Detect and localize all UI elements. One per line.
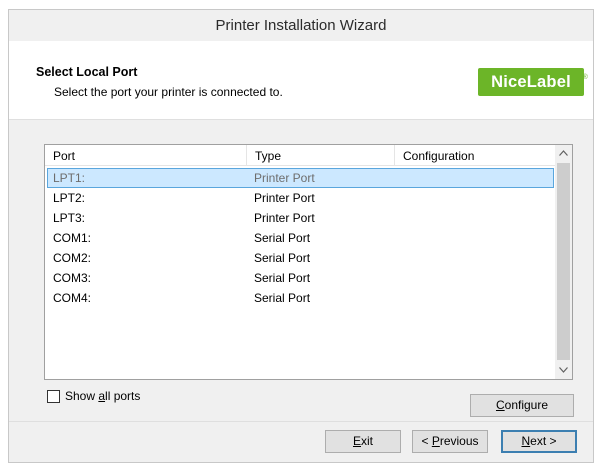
show-all-ports-option[interactable]: Show all ports <box>47 388 140 404</box>
button-label: xit <box>361 434 373 448</box>
table-row[interactable]: COM1: Serial Port <box>45 228 556 248</box>
button-accel: C <box>495 398 505 412</box>
button-label: revious <box>439 434 479 448</box>
button-accel: P <box>431 434 440 448</box>
next-button[interactable]: Next > <box>501 430 577 453</box>
table-row[interactable]: LPT2: Printer Port <box>45 188 556 208</box>
button-label: < <box>421 434 432 448</box>
chevron-up-icon[interactable] <box>555 145 572 162</box>
label-part: Show <box>65 389 99 403</box>
cell-type: Serial Port <box>254 291 311 305</box>
wizard-header: Select Local Port Select the port your p… <box>9 41 593 120</box>
button-accel: N <box>521 434 531 448</box>
button-label: onfigure <box>504 398 549 412</box>
cell-port: LPT2: <box>53 191 86 205</box>
nicelabel-logo: NiceLabel ® <box>478 68 588 96</box>
logo-nice: Nice <box>491 73 527 91</box>
table-row[interactable]: COM2: Serial Port <box>45 248 556 268</box>
column-header-type[interactable]: Type <box>247 145 395 166</box>
cell-type: Printer Port <box>254 171 315 185</box>
button-label: ext > <box>530 434 557 448</box>
cell-type: Serial Port <box>254 251 311 265</box>
table-row[interactable]: LPT3: Printer Port <box>45 208 556 228</box>
cell-port: COM1: <box>53 231 92 245</box>
cell-port: COM2: <box>53 251 92 265</box>
column-header-port[interactable]: Port <box>45 145 247 166</box>
chevron-down-icon[interactable] <box>555 362 572 379</box>
cell-type: Printer Port <box>254 211 315 225</box>
exit-button[interactable]: Exit <box>325 430 401 453</box>
window-title: Printer Installation Wizard <box>9 10 593 41</box>
wizard-window: Printer Installation Wizard Select Local… <box>8 9 594 463</box>
cell-port: LPT3: <box>53 211 86 225</box>
cell-type: Serial Port <box>254 271 311 285</box>
vertical-scrollbar[interactable] <box>555 145 572 379</box>
table-row[interactable]: COM4: Serial Port <box>45 288 556 308</box>
port-list-rows: LPT1: Printer Port LPT2: Printer Port LPT3: P… <box>45 168 556 308</box>
port-list[interactable]: Port Type Configuration LPT1: Printer Por… <box>44 144 573 380</box>
cell-port: LPT1: <box>53 171 86 185</box>
show-all-ports-label[interactable]: Show all ports <box>65 389 140 403</box>
port-list-header: Port Type Configuration <box>45 145 556 166</box>
button-accel: E <box>352 434 361 448</box>
show-all-ports-checkbox[interactable] <box>47 389 60 403</box>
cell-port: COM3: <box>53 271 92 285</box>
scrollbar-thumb[interactable] <box>557 163 570 360</box>
configure-button[interactable]: Configure <box>470 394 574 417</box>
logo-label: Label <box>526 73 571 91</box>
column-header-configuration[interactable]: Configuration <box>395 145 556 166</box>
label-part: ll ports <box>105 389 141 403</box>
page-title: Select Local Port <box>36 65 138 79</box>
previous-button[interactable]: < Previous <box>412 430 488 453</box>
page-subtitle: Select the port your printer is connecte… <box>54 85 283 99</box>
logo-registered-mark: ® <box>582 74 588 81</box>
cell-port: COM4: <box>53 291 92 305</box>
table-row[interactable]: COM3: Serial Port <box>45 268 556 288</box>
cell-type: Serial Port <box>254 231 311 245</box>
cell-type: Printer Port <box>254 191 315 205</box>
table-row[interactable]: LPT1: Printer Port <box>47 168 554 188</box>
